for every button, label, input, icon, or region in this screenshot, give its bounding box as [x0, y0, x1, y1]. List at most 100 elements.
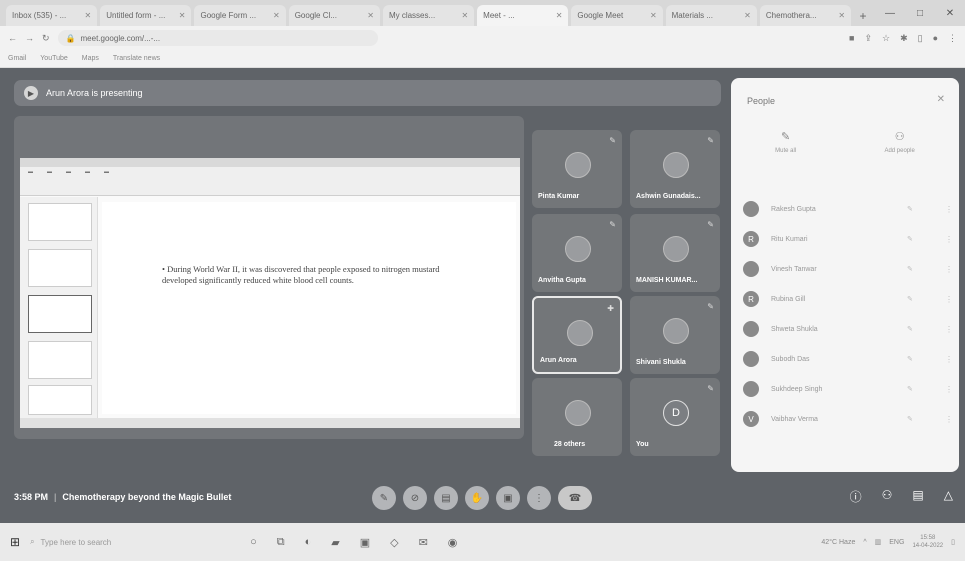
bookmark-item[interactable]: Maps [82, 55, 99, 62]
participant-tile-presenter[interactable]: ✚ Arun Arora [532, 296, 622, 374]
close-icon[interactable]: ✕ [273, 11, 280, 20]
menu-icon[interactable]: ⋮ [948, 33, 957, 44]
cortana-icon[interactable]: ○ [250, 536, 257, 549]
captions-button[interactable]: ▤ [434, 486, 458, 510]
browser-tab[interactable]: Google Cl... ✕ [288, 5, 380, 26]
browser-tab[interactable]: Chemothera... ✕ [759, 5, 852, 26]
taskbar-search[interactable]: ⌕ Type here to search [30, 531, 180, 553]
self-tile[interactable]: ✎ D You [630, 378, 720, 456]
list-item[interactable]: R Ritu Kumari ✎ ⋮ [743, 224, 953, 254]
mic-off-icon[interactable]: ✎ [907, 265, 927, 273]
minimize-button[interactable]: — [875, 0, 905, 26]
office-icon[interactable]: ◇ [390, 536, 398, 549]
profile-icon[interactable]: ● [933, 33, 938, 44]
list-item[interactable]: Rakesh Gupta ✎ ⋮ [743, 194, 953, 224]
task-view-icon[interactable]: ⧉ [277, 536, 285, 549]
mic-off-icon[interactable]: ✎ [907, 415, 927, 423]
mic-off-icon[interactable]: ✎ [907, 355, 927, 363]
url-field[interactable]: 🔒 meet.google.com/...-... [57, 30, 378, 46]
chrome-icon[interactable]: ◉ [448, 536, 458, 549]
list-item[interactable]: R Rubina Gill ✎ ⋮ [743, 284, 953, 314]
mic-button[interactable]: ✎ [372, 486, 396, 510]
more-icon[interactable]: ⋮ [939, 325, 953, 334]
more-icon[interactable]: ⋮ [939, 205, 953, 214]
back-icon[interactable]: ← [8, 33, 17, 43]
list-item[interactable]: Subodh Das ✎ ⋮ [743, 344, 953, 374]
camera-button[interactable]: ⊘ [403, 486, 427, 510]
more-icon[interactable]: ⋮ [939, 235, 953, 244]
participant-tile[interactable]: ✎ Anvitha Gupta [532, 214, 622, 292]
file-explorer-icon[interactable]: ▰ [331, 536, 339, 549]
browser-tab[interactable]: Google Form ... ✕ [194, 5, 286, 26]
present-button[interactable]: ▣ [496, 486, 520, 510]
more-icon[interactable]: ⋮ [939, 265, 953, 274]
browser-tab-active[interactable]: Meet - ... ✕ [477, 5, 569, 26]
info-icon[interactable]: ⓘ [850, 488, 862, 505]
close-icon[interactable]: ✕ [838, 11, 845, 20]
star-icon[interactable]: ☆ [882, 33, 890, 44]
browser-tab[interactable]: Untitled form - ... ✕ [100, 5, 192, 26]
list-item[interactable]: V Vaibhav Verma ✎ ⋮ [743, 404, 953, 434]
more-icon[interactable]: ⋮ [939, 385, 953, 394]
mic-off-icon[interactable]: ✎ [907, 385, 927, 393]
store-icon[interactable]: ▣ [360, 536, 370, 549]
more-icon[interactable]: ⋮ [939, 295, 953, 304]
close-icon[interactable]: ✕ [461, 11, 468, 20]
mail-icon[interactable]: ✉ [419, 536, 428, 549]
close-icon[interactable]: ✕ [650, 11, 657, 20]
edge-icon[interactable]: ◐ [305, 536, 312, 549]
add-people-button[interactable]: ⚇ Add people [884, 130, 914, 154]
browser-tab[interactable]: Materials ... ✕ [665, 5, 757, 26]
close-icon[interactable]: ✕ [556, 11, 563, 20]
browser-tab[interactable]: Google Meet ✕ [571, 5, 663, 26]
notification-icon[interactable]: ▯ [951, 538, 955, 546]
close-icon[interactable]: ✕ [937, 94, 945, 105]
more-icon[interactable]: ⋮ [939, 415, 953, 424]
network-icon[interactable]: ▥ [875, 538, 882, 546]
close-icon[interactable]: ✕ [367, 11, 374, 20]
raise-hand-button[interactable]: ✋ [465, 486, 489, 510]
people-icon[interactable]: ⚇ [882, 488, 893, 505]
participant-tile[interactable]: ✎ Pinta Kumar [532, 130, 622, 208]
participant-tile[interactable]: ✎ Shivani Shukla [630, 296, 720, 374]
bookmark-item[interactable]: Translate news [113, 55, 160, 62]
camera-icon[interactable]: ■ [849, 33, 854, 44]
weather-text[interactable]: 42°C Haze [821, 539, 855, 546]
browser-tab[interactable]: My classes... ✕ [382, 5, 475, 26]
sidebar-icon[interactable]: ▯ [918, 33, 923, 44]
forward-icon[interactable]: → [25, 33, 34, 43]
share-icon[interactable]: ⇪ [864, 33, 872, 44]
participant-tile[interactable]: ✎ Ashwin Gunadais... [630, 130, 720, 208]
more-options-button[interactable]: ⋮ [527, 486, 551, 510]
language[interactable]: ENG [889, 539, 904, 546]
mic-off-icon[interactable]: ✎ [907, 235, 927, 243]
activities-icon[interactable]: △ [944, 488, 953, 505]
new-tab-button[interactable]: + [854, 5, 872, 26]
others-tile[interactable]: 28 others [532, 378, 622, 456]
list-item[interactable]: Shweta Shukla ✎ ⋮ [743, 314, 953, 344]
mic-off-icon[interactable]: ✎ [907, 205, 927, 213]
close-icon[interactable]: ✕ [85, 11, 92, 20]
close-icon[interactable]: ✕ [744, 11, 751, 20]
browser-tab[interactable]: Inbox (535) - ... ✕ [6, 5, 98, 26]
list-item[interactable]: Vinesh Tanwar ✎ ⋮ [743, 254, 953, 284]
mic-off-icon: ✎ [379, 492, 389, 504]
windows-start-icon[interactable]: ⊞ [10, 535, 20, 549]
clock[interactable]: 15:58 14-04-2022 [912, 534, 943, 550]
bookmark-item[interactable]: Gmail [8, 55, 26, 62]
maximize-button[interactable]: □ [905, 0, 935, 26]
chat-icon[interactable]: ▤ [912, 488, 923, 505]
list-item[interactable]: Sukhdeep Singh ✎ ⋮ [743, 374, 953, 404]
close-icon[interactable]: ✕ [179, 11, 186, 20]
more-icon[interactable]: ⋮ [939, 355, 953, 364]
mute-all-button[interactable]: ✎ Mute all [775, 130, 796, 154]
extensions-icon[interactable]: ✱ [900, 33, 908, 44]
close-window-button[interactable]: ✕ [935, 0, 965, 26]
reload-icon[interactable]: ↻ [42, 33, 50, 44]
participant-tile[interactable]: ✎ MANISH KUMAR... [630, 214, 720, 292]
bookmark-item[interactable]: YouTube [40, 55, 68, 62]
mic-off-icon[interactable]: ✎ [907, 325, 927, 333]
leave-call-button[interactable]: ☎ [558, 486, 592, 510]
mic-off-icon[interactable]: ✎ [907, 295, 927, 303]
tray-chevron-icon[interactable]: ^ [863, 539, 866, 546]
